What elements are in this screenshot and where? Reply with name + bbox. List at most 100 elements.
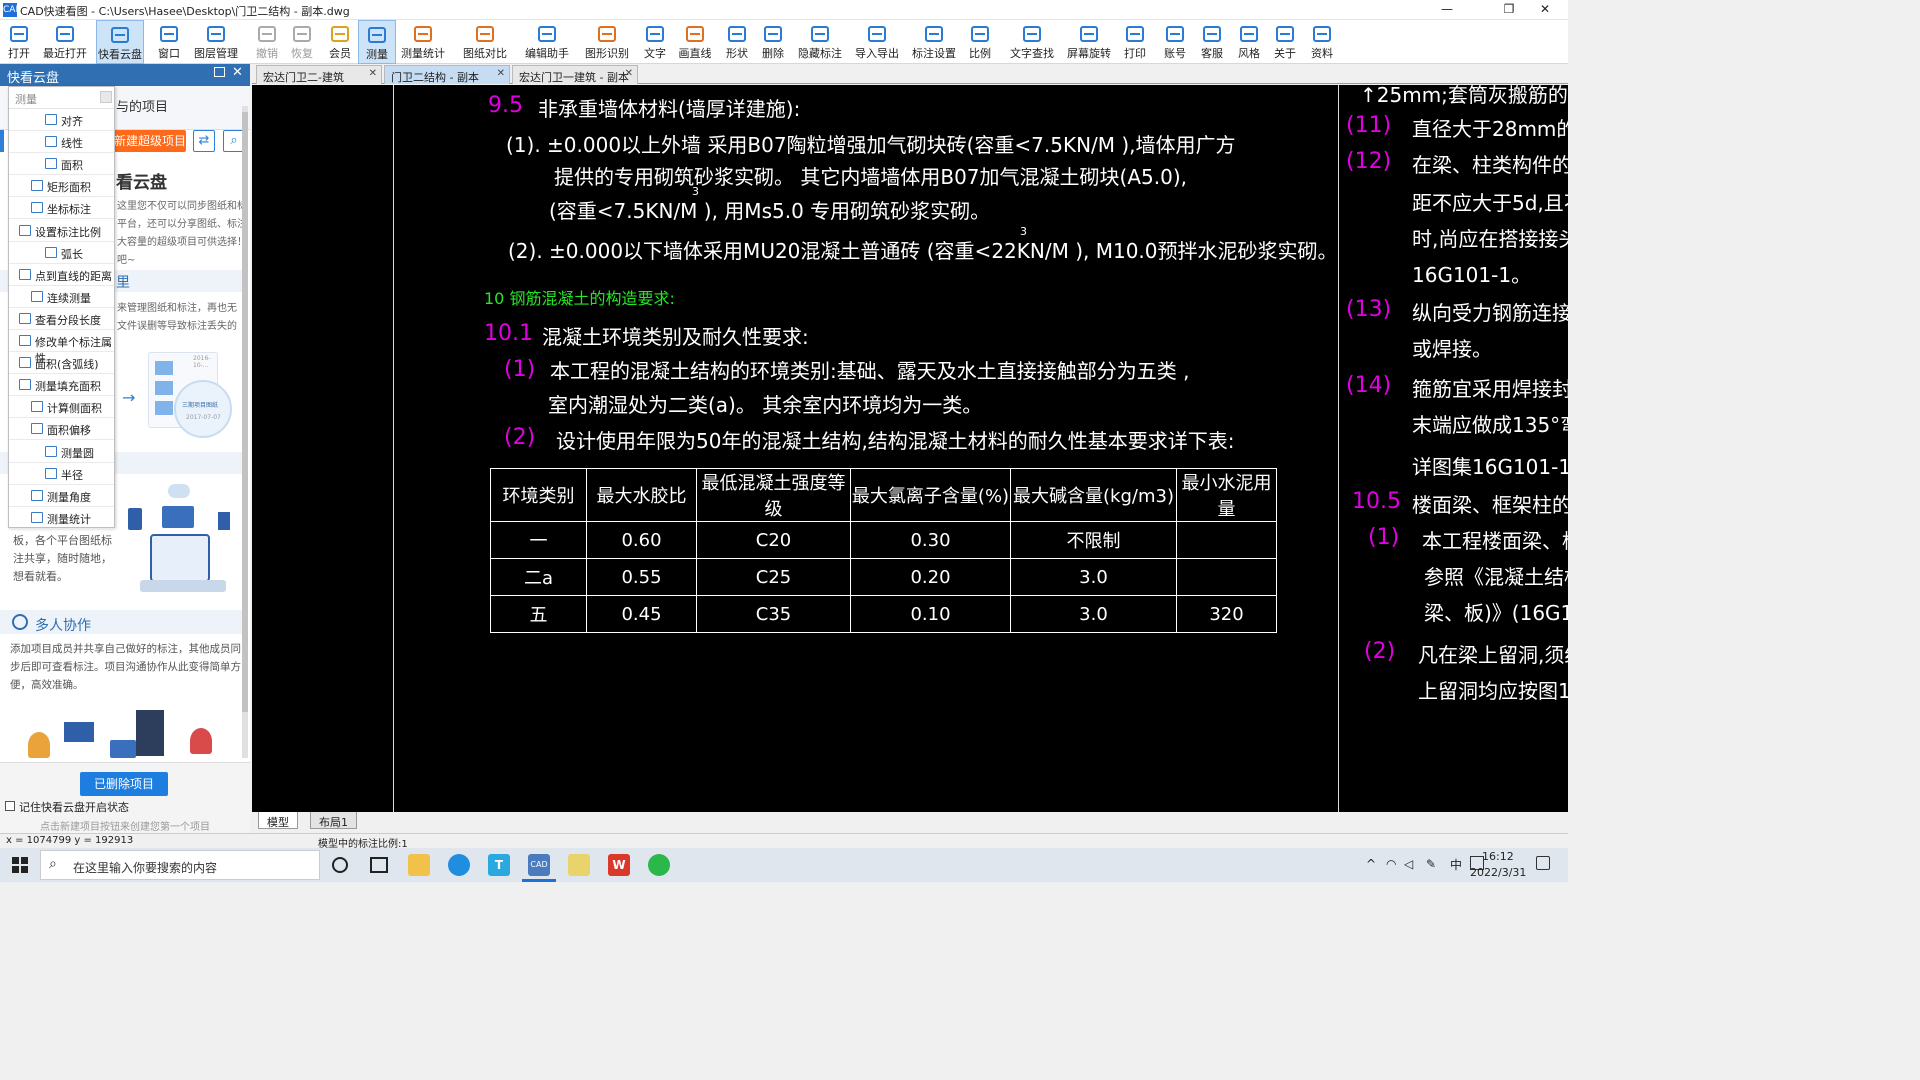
tab-model[interactable]: 模型 [258,812,298,829]
item-number: (1) [1368,525,1400,550]
float-panel-icon[interactable] [214,67,225,77]
measure-menu-item[interactable]: 测量圆 [9,441,114,463]
toolbar-button-5[interactable]: 撤销 [252,20,282,64]
table-cell: 320 [1176,595,1277,633]
toolbar-button-14[interactable]: 画直线 [674,20,716,64]
toolbar-button-17[interactable]: 隐藏标注 [794,20,846,64]
measure-menu-item[interactable]: 坐标标注 [9,197,114,220]
toolbar-button-28[interactable]: 资料 [1304,20,1340,64]
toolbar-button-2[interactable]: 快看云盘 [96,20,144,64]
toolbar-button-10[interactable]: 图纸对比 [460,20,510,64]
wps-office-icon[interactable]: W [608,854,630,876]
document-tab[interactable]: 门卫二结构 - 副本 ✕ [384,65,510,84]
toolbar-button-6[interactable]: 恢复 [284,20,320,64]
toolbar-button-3[interactable]: 窗口 [150,20,188,64]
measure-menu-item[interactable]: 修改单个标注属性 [9,330,114,365]
toolbar-button-27[interactable]: 关于 [1268,20,1302,64]
measure-menu-item[interactable]: 对齐 [9,109,114,131]
toolbar-button-8[interactable]: 测量 [358,20,396,64]
notes-app-icon[interactable] [568,854,590,876]
toolbar-button-25[interactable]: 客服 [1194,20,1230,64]
measure-menu-item[interactable]: 连续测量 [9,286,114,308]
document-tab[interactable]: 宏达门卫一建筑 - 副本 ✕ [512,65,638,84]
layout-tabs: 模型 布局1 [252,812,1568,830]
measure-menu-item[interactable]: 矩形面积 [9,175,114,198]
measure-menu-item-label: 线性 [61,137,83,151]
minimize-button[interactable]: — [1424,0,1470,20]
remember-checkbox[interactable] [5,801,15,811]
measure-menu-item[interactable]: 测量填充面积 [9,374,114,397]
measure-menu-item[interactable]: 线性 [9,131,114,154]
measure-menu-item[interactable]: 面积 [9,153,114,176]
measure-menu-item[interactable]: 测量统计 [9,507,114,529]
toolbar-button-15[interactable]: 形状 [720,20,754,64]
toolbar-button-16[interactable]: 删除 [756,20,790,64]
network-icon[interactable]: ◠ [1386,857,1396,871]
section-title: 混凝土环境类别及耐久性要求: [542,325,809,349]
clock-date[interactable]: 2022/3/31 [1470,866,1526,879]
close-panel-icon[interactable]: ✕ [232,65,243,80]
toolbar-button-20[interactable]: 比例 [962,20,998,64]
close-tab-icon[interactable]: ✕ [497,68,505,79]
measure-menu-item[interactable]: 面积偏移 [9,418,114,441]
toolbar-button-7[interactable]: 会员 [324,20,356,64]
deleted-projects-button[interactable]: 已删除项目 [80,772,168,796]
toolbar-button-18[interactable]: 导入导出 [852,20,902,64]
measure-menu-item[interactable]: 半径 [9,463,114,485]
toolbar-button-9[interactable]: 测量统计 [400,20,446,64]
edge-browser-icon[interactable] [448,854,470,876]
clock-time[interactable]: 16:12 [1482,850,1514,863]
toolbar-button-24[interactable]: 账号 [1158,20,1192,64]
panel-scrollbar-track[interactable] [242,106,248,758]
sync-icon[interactable]: ⇄ [193,130,215,152]
measure-menu-item[interactable]: 面积(含弧线) [9,352,114,375]
toolbar-button-12[interactable]: 图形识别 [580,20,634,64]
close-tab-icon[interactable]: ✕ [625,68,633,79]
task-view-icon[interactable] [370,857,388,873]
tab-layout1[interactable]: 布局1 [310,812,357,829]
panel-scrollbar-thumb[interactable] [242,112,248,712]
volume-icon[interactable]: ◁ [1404,857,1413,871]
my-projects-label[interactable]: 与的项目 [116,96,168,115]
toolbar-button-23[interactable]: 打印 [1118,20,1152,64]
menu-collapse-icon[interactable] [100,91,112,103]
document-tab[interactable]: 宏达门卫二-建筑11_t-...✕ [256,65,382,98]
tray-chevron-icon[interactable]: ^ [1366,857,1376,871]
measure-menu-item[interactable]: 弧长 [9,242,114,264]
history-icon [56,26,74,42]
close-tab-icon[interactable]: ✕ [369,68,377,79]
toolbar-button-21[interactable]: 文字查找 [1006,20,1058,64]
toolbar-button-label: 比例 [969,47,991,60]
text-app-icon[interactable]: T [488,854,510,876]
cad-viewer-taskbar-icon[interactable]: CAD [528,854,550,876]
measure-menu-item[interactable]: 计算侧面积 [9,396,114,419]
measure-tool-icon [19,379,31,391]
item-number: (2) [504,425,536,450]
toolbar-button-19[interactable]: 标注设置 [908,20,960,64]
toolbar-button-label: 文字查找 [1010,47,1054,60]
toolbar-button-11[interactable]: 编辑助手 [520,20,574,64]
cortana-icon[interactable] [332,857,348,873]
close-button[interactable]: ✕ [1522,0,1568,20]
notification-icon[interactable] [1536,856,1550,870]
windows-start-icon[interactable] [12,857,28,873]
toolbar-button-26[interactable]: 风格 [1232,20,1266,64]
toolbar-button-13[interactable]: 文字 [638,20,672,64]
toolbar-button-0[interactable]: 打开 [2,20,36,64]
toolbar-button-1[interactable]: 最近打开 [42,20,88,64]
toolbar-button-label: 恢复 [291,47,313,60]
pen-icon[interactable]: ✎ [1426,857,1436,871]
taskbar-search-box[interactable]: ⌕ 在这里输入你要搜索的内容 [40,850,320,880]
toolbar-button-22[interactable]: 屏幕旋转 [1062,20,1116,64]
measure-menu-item[interactable]: 点到直线的距离 [9,264,114,286]
wechat-icon[interactable] [648,854,670,876]
ime-indicator[interactable]: 中 [1450,856,1462,873]
file-explorer-icon[interactable] [408,854,430,876]
new-super-project-button[interactable]: 新建超级项目 [114,130,186,152]
magnifier-illustration: 三期项目图纸 2017-07-07 [174,380,232,438]
measure-menu-item[interactable]: 查看分段长度 [9,308,114,330]
toolbar-button-4[interactable]: 图层管理 [190,20,242,64]
measure-menu-item[interactable]: 设置标注比例 [9,220,114,242]
drawing-canvas[interactable]: 9.5 非承重墙体材料(墙厚详建施): (1). ±0.000以上外墙 采用B0… [252,85,1568,812]
measure-menu-item[interactable]: 测量角度 [9,485,114,507]
